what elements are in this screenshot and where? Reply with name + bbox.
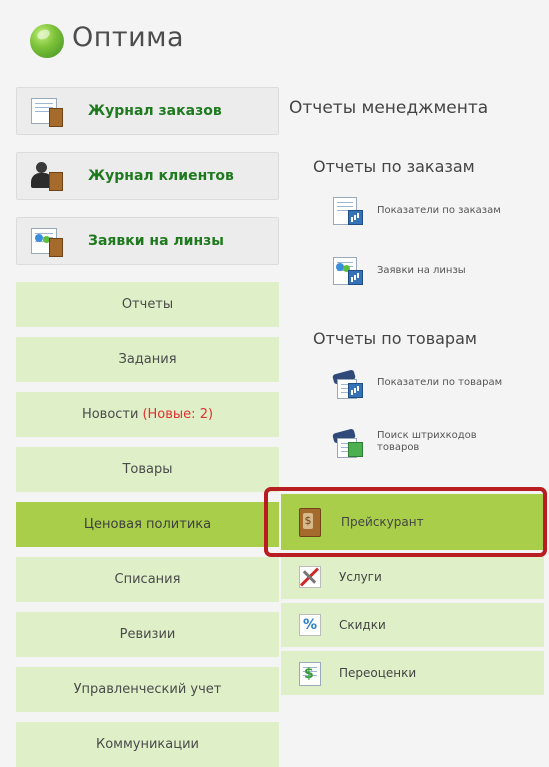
news-count-badge: (Новые: 2) (142, 407, 214, 422)
barcode-search-icon (331, 428, 365, 458)
discounts-item[interactable]: % Скидки (281, 603, 544, 647)
menu-item-label: Задания (118, 352, 177, 367)
lens-requests-button[interactable]: Заявки на линзы (16, 217, 279, 265)
menu-item-label: Товары (122, 462, 173, 477)
goods-indicators-link[interactable]: Показатели по товарам (331, 369, 503, 399)
menu-item-label: Отчеты (121, 297, 174, 312)
menu-item-write-offs[interactable]: Списания (16, 557, 279, 602)
menu-item-label: Ревизии (119, 627, 176, 642)
menu-item-label: Управленческий учет (73, 682, 222, 697)
services-label: Услуги (339, 570, 382, 584)
services-item[interactable]: Услуги (281, 555, 544, 599)
menu-item-pricing-policy[interactable]: Ценовая политика (16, 502, 279, 547)
menu-item-communications[interactable]: Коммуникации (16, 722, 279, 767)
lens-requests-label: Заявки на линзы (88, 233, 224, 249)
menu-item-goods[interactable]: Товары (16, 447, 279, 492)
goods-indicators-label: Показатели по товарам (377, 377, 503, 388)
order-reports-heading: Отчеты по заказам (313, 157, 475, 176)
services-icon (299, 566, 321, 588)
discounts-icon: % (299, 614, 321, 636)
clients-journal-label: Журнал клиентов (88, 168, 234, 184)
clients-journal-button[interactable]: Журнал клиентов (16, 152, 279, 200)
management-reports-title: Отчеты менеджмента (289, 98, 489, 118)
selection-highlight (264, 487, 547, 557)
lens-requests-report-label: Заявки на линзы (377, 265, 466, 276)
menu-item-label: Новости (81, 407, 139, 422)
orders-journal-label: Журнал заказов (88, 103, 222, 119)
lens-report-icon (331, 257, 365, 285)
lens-requests-report-link[interactable]: Заявки на линзы (331, 257, 466, 285)
goods-reports-heading: Отчеты по товарам (313, 329, 477, 348)
goods-report-icon (331, 369, 365, 399)
clients-journal-icon (31, 161, 63, 191)
orders-journal-icon (31, 96, 63, 127)
order-indicators-link[interactable]: Показатели по заказам (331, 197, 501, 225)
revaluation-item[interactable]: $ Переоценки (281, 651, 544, 695)
optima-logo-icon (30, 24, 64, 58)
barcode-search-link[interactable]: Поиск штрихкодов товаров (331, 428, 507, 458)
order-report-icon (331, 197, 365, 225)
menu-item-audits[interactable]: Ревизии (16, 612, 279, 657)
menu-item-label: Списания (114, 572, 181, 587)
revaluation-icon: $ (299, 662, 321, 686)
menu-item-management-accounting[interactable]: Управленческий учет (16, 667, 279, 712)
menu-item-news[interactable]: Новости (Новые: 2) (16, 392, 279, 437)
revaluation-label: Переоценки (339, 666, 417, 680)
menu-item-tasks[interactable]: Задания (16, 337, 279, 382)
order-indicators-label: Показатели по заказам (377, 205, 501, 216)
app-title: Оптима (72, 22, 185, 53)
menu-item-reports[interactable]: Отчеты (16, 282, 279, 327)
menu-item-label: Ценовая политика (83, 517, 212, 532)
barcode-search-label: Поиск штрихкодов товаров (377, 430, 477, 453)
menu-item-label: Коммуникации (95, 737, 199, 752)
orders-journal-button[interactable]: Журнал заказов (16, 87, 279, 135)
discounts-label: Скидки (339, 618, 386, 632)
lens-requests-icon (31, 226, 63, 257)
